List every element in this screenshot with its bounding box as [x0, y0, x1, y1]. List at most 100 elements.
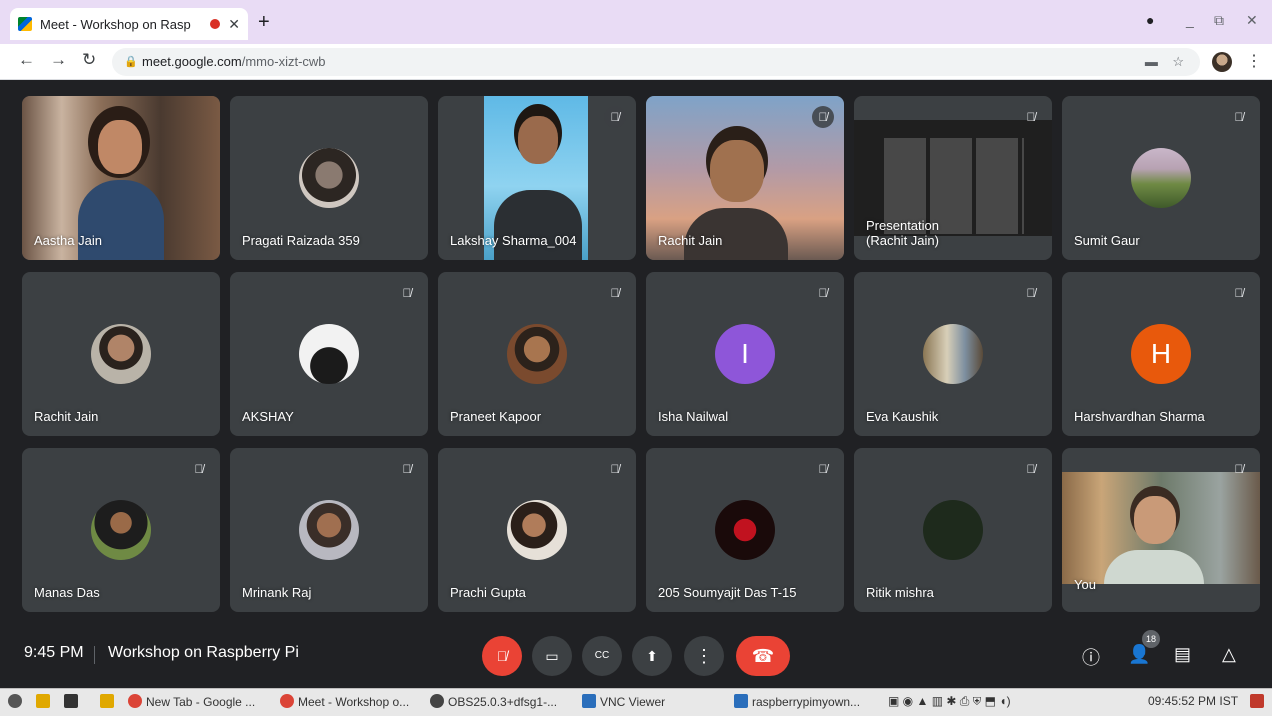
toggle-camera-button[interactable]: ▭ [532, 636, 572, 676]
participant-tile[interactable]: Pragati Raizada 359 [230, 96, 428, 260]
taskbar-item[interactable]: OBS25.0.3+dfsg1-... [430, 694, 557, 709]
vnc-icon [582, 694, 596, 708]
extension-icon[interactable]: ● [1146, 12, 1154, 28]
meeting-info-icon[interactable]: ⓘ [1082, 644, 1100, 670]
participant-avatar [91, 324, 151, 384]
muted-mic-icon: 🎙̸ [1026, 110, 1036, 124]
system-tray-icons[interactable]: ▣ ◉ ▲ ▥ ✱ ⎙ ⛨ ⬒ ◖) [888, 694, 1011, 709]
participant-name: Pragati Raizada 359 [242, 233, 360, 248]
folder-icon[interactable] [100, 694, 118, 709]
show-desktop-icon[interactable] [1250, 694, 1268, 709]
start-menu-icon[interactable] [8, 694, 26, 709]
participant-name: AKSHAY [242, 409, 294, 424]
captions-button[interactable]: CC [582, 636, 622, 676]
participant-tile[interactable]: I 🎙̸ Isha Nailwal [646, 272, 844, 436]
participant-initial-avatar: H [1131, 324, 1191, 384]
tab-close-icon[interactable]: ✕ [228, 16, 240, 33]
participant-tile[interactable]: 🎙̸ Ritik mishra [854, 448, 1052, 612]
participant-avatar [1131, 148, 1191, 208]
taskbar-clock: 09:45:52 PM IST [1148, 694, 1239, 708]
close-window-icon[interactable]: ✕ [1246, 12, 1258, 29]
chat-icon[interactable]: ▤ [1174, 644, 1191, 665]
terminal-icon[interactable] [64, 694, 82, 709]
participant-name: Prachi Gupta [450, 585, 526, 600]
participant-name: You [1074, 577, 1096, 592]
participant-tile[interactable]: 🎙̸ Prachi Gupta [438, 448, 636, 612]
url-host: meet.google.com [142, 54, 242, 69]
browser-toolbar: ← → ↻ 🔒 meet.google.com/mmo-xizt-cwb ▬ ☆ … [0, 44, 1272, 80]
tab-title: Meet - Workshop on Rasp [40, 16, 191, 32]
recording-indicator-icon [210, 19, 221, 29]
participant-name: Lakshay Sharma_004 [450, 233, 577, 248]
participant-name: Rachit Jain [34, 409, 99, 424]
participant-name: Aastha Jain [34, 233, 102, 248]
self-view-tile[interactable]: 🎙̸ You [1062, 448, 1260, 612]
file-manager-icon[interactable] [36, 694, 54, 709]
participant-name: Rachit Jain [658, 233, 723, 248]
participant-avatar [299, 148, 359, 208]
bookmark-star-icon[interactable]: ▬ ☆ [1145, 48, 1184, 76]
taskbar-item-label: raspberrypimyown... [752, 695, 861, 709]
participant-tile[interactable]: 🎙̸ Praneet Kapoor [438, 272, 636, 436]
more-options-button[interactable]: ⋮ [684, 636, 724, 676]
participant-name: 205 Soumyajit Das T-15 [658, 585, 797, 600]
restore-window-icon[interactable]: ⧉ [1214, 12, 1224, 29]
participant-tile[interactable]: H 🎙̸ Harshvardhan Sharma [1062, 272, 1260, 436]
new-tab-button[interactable]: + [258, 11, 270, 34]
self-video [1062, 472, 1260, 584]
muted-mic-icon: 🎙̸ [610, 286, 620, 300]
meet-favicon-icon [18, 17, 32, 31]
taskbar-item[interactable]: VNC Viewer [582, 694, 665, 709]
muted-mic-icon: 🎙̸ [818, 462, 828, 476]
presentation-tile[interactable]: 🎙̸ Presentation (Rachit Jain) [854, 96, 1052, 260]
muted-mic-icon: 🎙̸ [1234, 286, 1244, 300]
chrome-icon [128, 694, 142, 708]
participant-name: Presentation (Rachit Jain) [866, 218, 939, 248]
participant-tile[interactable]: 🎙̸ 205 Soumyajit Das T-15 [646, 448, 844, 612]
lock-icon: 🔒 [124, 56, 138, 68]
muted-mic-icon: 🎙̸ [402, 462, 412, 476]
present-screen-button[interactable]: ⬆ [632, 636, 672, 676]
muted-mic-icon: 🎙̸ [1234, 110, 1244, 124]
participant-avatar [299, 324, 359, 384]
browser-menu-icon[interactable]: ⋮ [1246, 51, 1262, 71]
profile-avatar[interactable] [1212, 52, 1232, 72]
participant-tile[interactable]: Rachit Jain [22, 272, 220, 436]
participant-name: Eva Kaushik [866, 409, 939, 424]
reload-icon[interactable]: ↻ [82, 50, 96, 70]
participant-avatar [299, 500, 359, 560]
toggle-mic-button[interactable]: 🎙̸ [482, 636, 522, 676]
address-bar[interactable]: 🔒 meet.google.com/mmo-xizt-cwb ▬ ☆ [112, 48, 1200, 76]
participant-tile[interactable]: 🎙̸ Lakshay Sharma_004 [438, 96, 636, 260]
forward-arrow-icon[interactable]: → [50, 50, 67, 70]
participant-name: Sumit Gaur [1074, 233, 1140, 248]
taskbar-item[interactable]: Meet - Workshop o... [280, 694, 409, 709]
participant-tile[interactable]: 🎙̸ Sumit Gaur [1062, 96, 1260, 260]
participant-tile[interactable]: 🎙̸ Rachit Jain [646, 96, 844, 260]
back-arrow-icon[interactable]: ← [18, 50, 35, 70]
participant-avatar [923, 500, 983, 560]
taskbar-item[interactable]: raspberrypimyown... [734, 694, 860, 709]
participant-tile[interactable]: 🎙̸ Manas Das [22, 448, 220, 612]
people-icon[interactable]: 👤 [1128, 644, 1150, 665]
participant-name: Harshvardhan Sharma [1074, 409, 1205, 424]
participant-tile[interactable]: 🎙̸ AKSHAY [230, 272, 428, 436]
muted-mic-icon: 🎙̸ [610, 462, 620, 476]
chrome-icon [280, 694, 294, 708]
browser-tab-meet[interactable]: Meet - Workshop on Rasp ✕ [10, 8, 248, 40]
muted-mic-icon: 🎙̸ [1234, 462, 1244, 476]
muted-mic-icon: 🎙̸ [1026, 286, 1036, 300]
participant-initial-avatar: I [715, 324, 775, 384]
taskbar-item[interactable]: New Tab - Google ... [128, 694, 255, 709]
participant-name: Ritik mishra [866, 585, 934, 600]
participant-tile[interactable]: Aastha Jain [22, 96, 220, 260]
participant-avatar [507, 500, 567, 560]
activities-icon[interactable]: △ [1222, 644, 1236, 665]
minimize-window-icon[interactable]: _ [1186, 12, 1194, 28]
participant-grid: Aastha Jain Pragati Raizada 359 🎙̸ Laksh… [0, 80, 1272, 630]
participant-tile[interactable]: 🎙̸ Mrinank Raj [230, 448, 428, 612]
leave-call-button[interactable]: ☎ [736, 636, 790, 676]
meeting-time: 9:45 PM [24, 644, 84, 661]
participant-tile[interactable]: 🎙̸ Eva Kaushik [854, 272, 1052, 436]
vnc-icon [734, 694, 748, 708]
